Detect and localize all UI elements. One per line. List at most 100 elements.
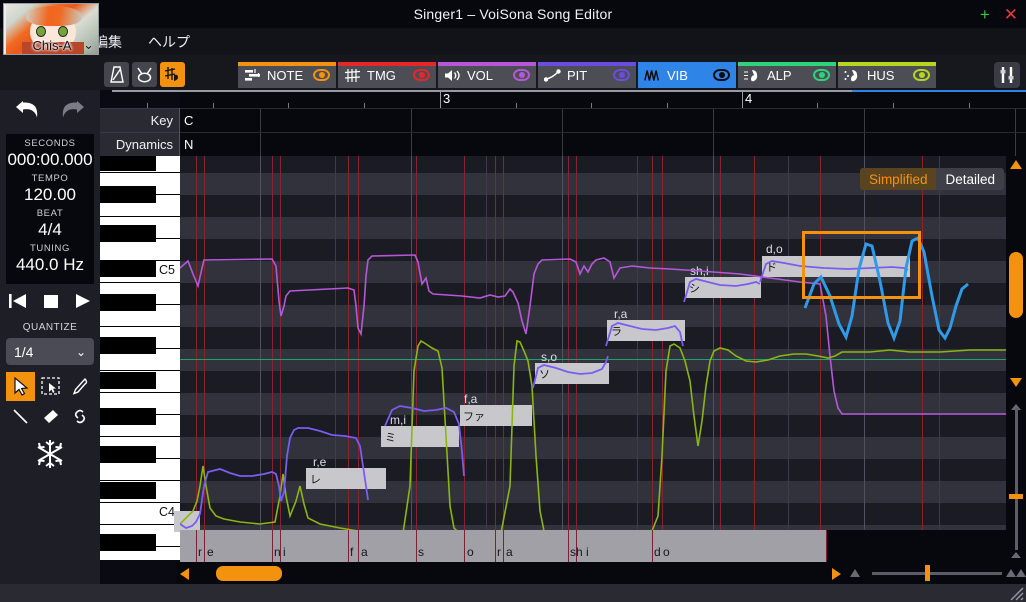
quantize-value: 1/4	[14, 344, 33, 360]
seconds-value[interactable]: 000:00.000	[6, 150, 94, 170]
tab-vol[interactable]: VOL	[438, 62, 536, 88]
metronome-icon[interactable]	[104, 62, 129, 87]
transport-controls	[0, 288, 100, 318]
vertical-zoom-track[interactable]	[1015, 408, 1018, 550]
tab-vol-label: VOL	[467, 68, 509, 83]
freeze-icon[interactable]	[6, 436, 94, 472]
note-lyric[interactable]: ド	[766, 259, 777, 275]
eraser-tool[interactable]	[36, 402, 65, 431]
maximize-icon[interactable]: +	[980, 6, 990, 23]
key-row-label: Key	[100, 108, 180, 132]
play-icon[interactable]	[74, 292, 92, 315]
note-label: r,e	[313, 455, 326, 469]
key-row-value[interactable]: C	[180, 108, 1026, 132]
eye-icon[interactable]	[613, 69, 630, 81]
resize-grip-icon[interactable]	[1008, 585, 1024, 601]
rewind-icon[interactable]	[9, 292, 28, 315]
tuning-value[interactable]: 440.0 Hz	[6, 255, 94, 275]
chevron-down-icon[interactable]: ⌄	[83, 37, 94, 53]
redo-icon[interactable]	[56, 97, 86, 126]
undo-redo-group	[0, 90, 100, 132]
timeline-ruler[interactable]: 3 4	[180, 90, 1026, 110]
eye-icon[interactable]	[813, 69, 830, 81]
eye-icon[interactable]	[713, 69, 730, 81]
parameter-tabs: NOTE TMG VOL PIT	[238, 62, 936, 88]
note-block[interactable]	[174, 511, 200, 532]
note-label: f,a	[464, 392, 477, 406]
vertical-scroll-thumb[interactable]	[1009, 252, 1023, 318]
horizontal-zoom-track[interactable]	[872, 572, 1002, 575]
phoneme-consonant: r	[198, 545, 202, 559]
scroll-left-icon[interactable]	[180, 568, 189, 580]
pointer-tool[interactable]	[6, 372, 35, 401]
note-lyric[interactable]: ソ	[539, 366, 550, 382]
bar-number: 3	[443, 91, 450, 106]
horizontal-scrollbar[interactable]	[176, 562, 826, 584]
tab-tmg[interactable]: TMG	[338, 62, 436, 88]
tab-vib[interactable]: VIB	[638, 62, 736, 88]
toggle-simplified[interactable]: Simplified	[860, 168, 937, 190]
seconds-label: SECONDS	[6, 138, 94, 149]
horizontal-scroll-thumb[interactable]	[216, 566, 282, 581]
zoom-out-icon[interactable]	[1011, 552, 1021, 558]
zoom-in-icon[interactable]	[1006, 569, 1016, 577]
tempo-value[interactable]: 120.00	[6, 185, 94, 205]
vibrato-selection-box[interactable]	[802, 231, 921, 299]
close-icon[interactable]: ✕	[1004, 6, 1018, 23]
eye-icon[interactable]	[913, 69, 930, 81]
zoom-in-icon[interactable]	[1016, 569, 1026, 577]
horizontal-zoom-thumb[interactable]	[925, 565, 930, 581]
tab-pit[interactable]: PIT	[538, 62, 636, 88]
beat-label: BEAT	[6, 208, 94, 219]
phoneme-strip[interactable]: r e n i f a s o r a sh i d o	[180, 530, 1026, 562]
phoneme-vowel: a	[506, 545, 513, 559]
accidental-icon[interactable]	[160, 62, 185, 87]
menu-help[interactable]: ヘルプ	[148, 32, 190, 52]
tab-hus[interactable]: HUS	[838, 62, 936, 88]
tool-palette	[6, 372, 94, 431]
note-lyric[interactable]: シ	[689, 280, 700, 296]
mixer-icon[interactable]	[994, 62, 1020, 88]
phoneme-consonant: d	[654, 545, 661, 559]
line-tool[interactable]	[6, 402, 35, 431]
vertical-zoom-thumb[interactable]	[1009, 494, 1023, 499]
singer-selector[interactable]: Chis-A ⌄	[3, 3, 99, 55]
undo-icon[interactable]	[14, 97, 44, 126]
note-lyric[interactable]: ファ	[463, 408, 485, 424]
zoom-out-icon[interactable]	[850, 569, 860, 577]
tab-alp[interactable]: ALP	[738, 62, 836, 88]
tuning-label: TUNING	[6, 243, 94, 254]
beat-value[interactable]: 4/4	[6, 220, 94, 240]
status-bar	[0, 584, 1026, 602]
note-label: s,o	[541, 350, 557, 364]
window-title: Singer1 – VoiSona Song Editor	[414, 6, 613, 22]
key-label-c5: C5	[159, 263, 175, 277]
phoneme-vowel: e	[207, 545, 214, 559]
toggle-detailed[interactable]: Detailed	[936, 168, 1004, 190]
note-input-icon[interactable]	[132, 62, 157, 87]
left-panel: SECONDS 000:00.000 TEMPO 120.00 BEAT 4/4…	[0, 90, 100, 602]
note-lyric[interactable]: ラ	[611, 323, 622, 339]
eye-icon[interactable]	[413, 69, 430, 81]
eye-icon[interactable]	[513, 69, 530, 81]
horizontal-zoom-control[interactable]	[826, 562, 1026, 584]
vertical-scrollbar[interactable]	[1006, 156, 1026, 560]
eye-icon[interactable]	[313, 69, 330, 81]
quantize-select[interactable]: 1/4 ⌄	[6, 338, 94, 365]
bar-number: 4	[745, 91, 752, 106]
link-tool[interactable]	[66, 402, 95, 431]
dynamics-value-text: N	[184, 137, 193, 152]
note-grid[interactable]: レ ミ ファ ソ ラ シ ド r,e m,i f,a s,o r,a sh,i …	[180, 156, 1026, 560]
piano-keyboard[interactable]: C5 C4	[100, 156, 180, 560]
note-lyric[interactable]: ミ	[385, 429, 396, 445]
dynamics-row-value[interactable]: N	[180, 132, 1026, 156]
scroll-down-icon[interactable]	[1010, 378, 1022, 387]
marquee-tool[interactable]	[36, 372, 65, 401]
quantize-label: QUANTIZE	[0, 322, 100, 333]
note-lyric[interactable]: レ	[310, 471, 321, 487]
scroll-right-icon[interactable]	[832, 568, 841, 580]
scroll-up-icon[interactable]	[1010, 160, 1022, 169]
tab-note[interactable]: NOTE	[238, 62, 336, 88]
pencil-tool[interactable]	[66, 372, 95, 401]
stop-icon[interactable]	[42, 292, 60, 315]
